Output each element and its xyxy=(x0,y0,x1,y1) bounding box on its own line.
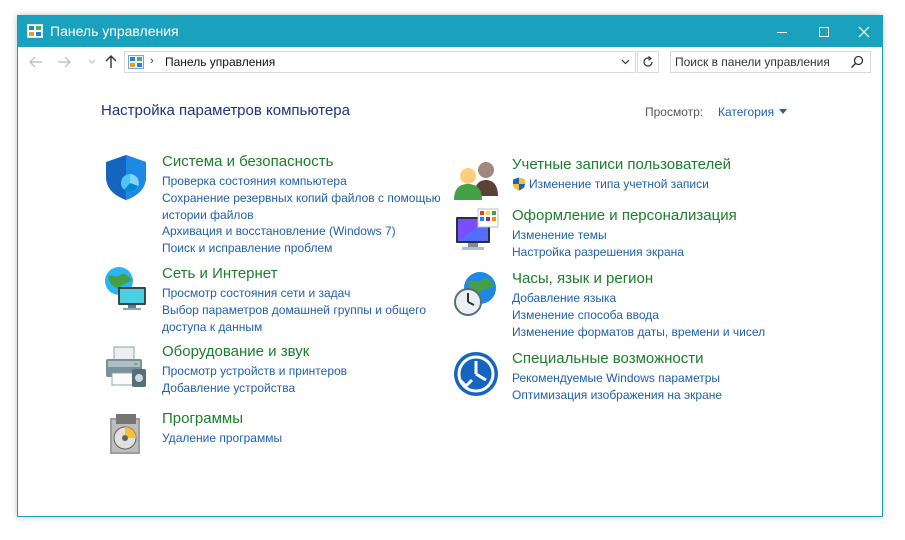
category-title-clock[interactable]: Часы, язык и регион xyxy=(512,270,653,287)
control-panel-app-icon xyxy=(27,24,43,38)
link-network-status[interactable]: Просмотр состояния сети и задач xyxy=(162,285,452,302)
link-homegroup-options-cont[interactable]: доступа к данным xyxy=(162,319,452,336)
category-title-system[interactable]: Система и безопасность xyxy=(162,153,333,170)
control-panel-window: Панель управления › Панель управления По… xyxy=(17,15,883,517)
chevron-down-icon xyxy=(621,59,629,65)
arrow-up-icon xyxy=(105,55,117,68)
up-button[interactable] xyxy=(101,53,121,71)
minimize-button[interactable] xyxy=(762,16,802,47)
category-links-users: Изменение типа учетной записи xyxy=(512,176,802,193)
link-devices-printers[interactable]: Просмотр устройств и принтеров xyxy=(162,363,452,380)
chevron-down-icon xyxy=(88,59,96,64)
link-add-language[interactable]: Добавление языка xyxy=(512,290,802,307)
category-links-programs: Удаление программы xyxy=(162,430,452,447)
category-links-appearance: Изменение темы Настройка разрешения экра… xyxy=(512,227,802,261)
refresh-icon xyxy=(643,56,653,67)
security-shield-icon[interactable] xyxy=(102,153,150,201)
category-links-clock: Добавление языка Изменение способа ввода… xyxy=(512,290,802,340)
breadcrumb-separator-icon: › xyxy=(150,55,154,67)
close-icon xyxy=(858,26,870,37)
category-links-system: Проверка состояния компьютера Сохранение… xyxy=(162,173,452,257)
arrow-left-icon xyxy=(29,56,42,68)
view-by-value: Категория xyxy=(718,105,775,119)
category-title-access[interactable]: Специальные возможности xyxy=(512,350,704,367)
category-title-network[interactable]: Сеть и Интернет xyxy=(162,265,278,282)
link-check-computer-status[interactable]: Проверка состояния компьютера xyxy=(162,173,452,190)
category-title-appearance[interactable]: Оформление и персонализация xyxy=(512,207,737,224)
category-title-hardware[interactable]: Оборудование и звук xyxy=(162,343,309,360)
recent-dropdown-button[interactable] xyxy=(82,53,102,71)
address-bar-row: › Панель управления xyxy=(18,47,882,77)
caret-down-icon xyxy=(779,109,788,114)
accessibility-icon[interactable] xyxy=(452,350,500,398)
clock-globe-icon[interactable] xyxy=(452,270,500,318)
forward-button[interactable] xyxy=(54,53,74,71)
link-change-date-formats[interactable]: Изменение форматов даты, времени и чисел xyxy=(512,324,802,341)
category-links-access: Рекомендуемые Windows параметры Оптимиза… xyxy=(512,370,802,404)
maximize-button[interactable] xyxy=(804,16,844,47)
monitor-palette-icon[interactable] xyxy=(452,207,500,255)
link-troubleshoot[interactable]: Поиск и исправление проблем xyxy=(162,240,452,257)
arrow-right-icon xyxy=(58,56,71,68)
close-button[interactable] xyxy=(844,16,884,47)
search-icon[interactable] xyxy=(850,55,864,69)
link-change-account-type[interactable]: Изменение типа учетной записи xyxy=(512,176,802,193)
link-backup-restore-win7[interactable]: Архивация и восстановление (Windows 7) xyxy=(162,223,452,240)
category-title-users[interactable]: Учетные записи пользователей xyxy=(512,156,731,173)
link-change-account-type-label: Изменение типа учетной записи xyxy=(529,177,709,191)
link-screen-resolution[interactable]: Настройка разрешения экрана xyxy=(512,244,802,261)
title-bar[interactable]: Панель управления xyxy=(18,16,882,47)
view-by-label: Просмотр: xyxy=(645,105,704,119)
link-file-history-backup-cont[interactable]: истории файлов xyxy=(162,207,452,224)
address-dropdown-button[interactable] xyxy=(617,54,633,70)
globe-network-icon[interactable] xyxy=(102,265,150,313)
page-heading: Настройка параметров компьютера xyxy=(101,102,350,119)
view-by-dropdown[interactable]: Категория xyxy=(718,105,788,119)
breadcrumb-control-panel[interactable]: Панель управления xyxy=(165,55,275,69)
link-homegroup-options[interactable]: Выбор параметров домашней группы и общег… xyxy=(162,302,452,319)
category-links-hardware: Просмотр устройств и принтеров Добавлени… xyxy=(162,363,452,397)
window-title: Панель управления xyxy=(50,23,179,39)
users-icon[interactable] xyxy=(452,156,500,204)
minimize-icon xyxy=(777,31,787,33)
refresh-button[interactable] xyxy=(637,51,659,73)
address-bar[interactable]: › Панель управления xyxy=(124,51,636,73)
search-box[interactable] xyxy=(670,51,871,73)
maximize-icon xyxy=(819,26,829,37)
search-input[interactable] xyxy=(675,54,845,70)
printer-icon[interactable] xyxy=(102,343,150,391)
link-file-history-backup[interactable]: Сохранение резервных копий файлов с помо… xyxy=(162,190,452,207)
link-recommended-settings[interactable]: Рекомендуемые Windows параметры xyxy=(512,370,802,387)
programs-disc-icon[interactable] xyxy=(102,410,150,458)
link-change-theme[interactable]: Изменение темы xyxy=(512,227,802,244)
uac-shield-icon xyxy=(513,177,525,191)
control-panel-icon xyxy=(128,55,144,69)
link-optimize-display[interactable]: Оптимизация изображения на экране xyxy=(512,387,802,404)
category-links-network: Просмотр состояния сети и задач Выбор па… xyxy=(162,285,452,335)
link-uninstall-program[interactable]: Удаление программы xyxy=(162,430,452,447)
back-button[interactable] xyxy=(26,53,46,71)
category-title-programs[interactable]: Программы xyxy=(162,410,243,427)
link-change-input-method[interactable]: Изменение способа ввода xyxy=(512,307,802,324)
link-add-device[interactable]: Добавление устройства xyxy=(162,380,452,397)
